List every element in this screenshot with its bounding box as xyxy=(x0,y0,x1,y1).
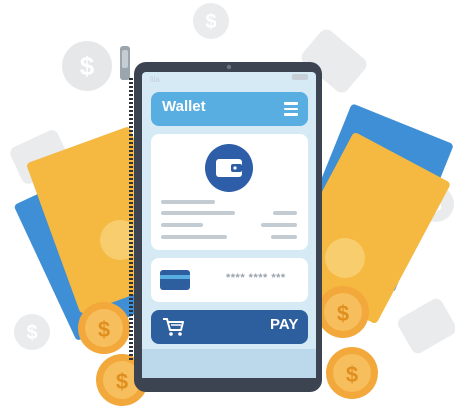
dollar-coin-icon: $ xyxy=(326,347,378,399)
svg-text:$: $ xyxy=(337,301,349,326)
svg-text:$: $ xyxy=(205,11,216,33)
wallet-panel-content xyxy=(161,144,297,239)
pay-label: PAY xyxy=(270,316,299,333)
dollar-coin-icon: $ xyxy=(317,286,369,338)
svg-text:$: $ xyxy=(80,51,95,81)
faded-card-icon xyxy=(397,298,455,354)
svg-text:$: $ xyxy=(116,369,128,394)
faded-coin-icon: $ xyxy=(14,314,50,350)
wallet-icon xyxy=(205,144,253,192)
info-lines xyxy=(161,200,297,239)
masked-card-number: **** **** *** xyxy=(226,272,286,284)
illustration: $ $ $ $ $ $ $ lila Wallet **** **** *** … xyxy=(0,0,455,418)
dollar-coin-icon: $ xyxy=(78,302,130,354)
faded-coin-icon: $ xyxy=(193,3,229,39)
svg-text:$: $ xyxy=(26,322,37,344)
status-bar-label: lila xyxy=(150,75,160,84)
wallet-title: Wallet xyxy=(162,98,206,115)
faded-coin-icon: $ xyxy=(62,41,112,91)
credit-card-icon xyxy=(160,270,190,290)
svg-text:$: $ xyxy=(98,317,110,342)
svg-text:$: $ xyxy=(346,362,358,387)
shopping-cart-icon xyxy=(163,318,184,336)
hamburger-menu-icon[interactable] xyxy=(284,102,298,116)
